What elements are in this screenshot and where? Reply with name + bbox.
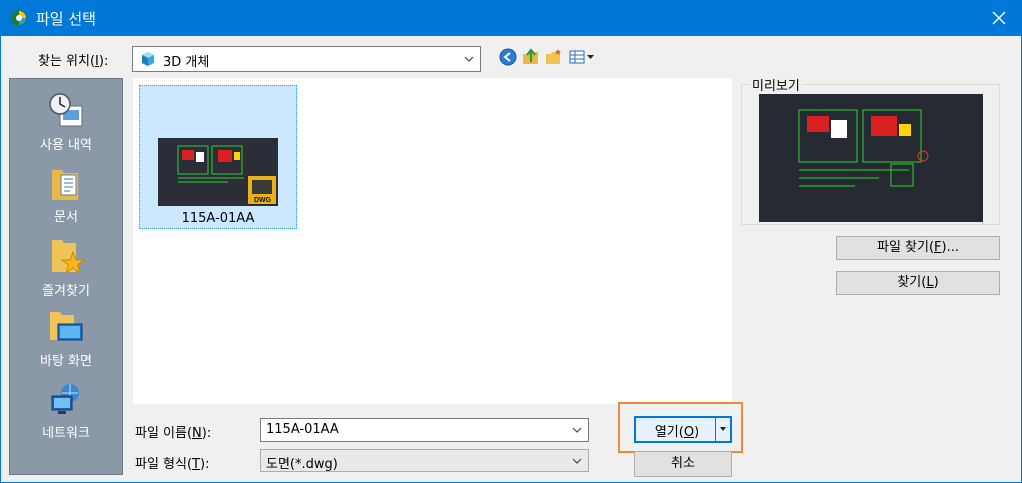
close-icon bbox=[992, 11, 1006, 25]
chevron-down-icon bbox=[464, 56, 474, 62]
views-menu-icon bbox=[569, 50, 594, 64]
chevron-down-icon bbox=[572, 427, 582, 433]
open-button[interactable]: 열기(O) bbox=[634, 416, 732, 443]
drawing-thumbnail: DWG bbox=[158, 138, 278, 206]
place-label: 바탕 화면 bbox=[40, 354, 92, 369]
back-icon[interactable] bbox=[499, 48, 517, 66]
window-title: 파일 선택 bbox=[36, 10, 96, 28]
up-folder-icon[interactable] bbox=[522, 48, 540, 66]
place-label: 즐겨찾기 bbox=[42, 284, 90, 299]
place-label: 네트워크 bbox=[42, 426, 90, 441]
favorites-icon bbox=[52, 240, 86, 275]
file-name-input[interactable]: 115A-01AA bbox=[260, 418, 589, 442]
file-name-value: 115A-01AA bbox=[266, 422, 339, 437]
chevron-down-icon bbox=[572, 458, 582, 464]
place-label: 문서 bbox=[54, 210, 78, 225]
open-button-label: 열기(O) bbox=[654, 425, 700, 440]
network-icon bbox=[51, 384, 79, 414]
open-options-dropdown[interactable] bbox=[715, 418, 730, 441]
file-name-label: 파일 이름(N): bbox=[135, 426, 212, 441]
file-type-label: 파일 형식(T): bbox=[135, 457, 210, 472]
look-in-value: 3D 개체 bbox=[163, 55, 210, 70]
dwg-badge: DWG bbox=[254, 197, 272, 204]
file-item[interactable]: DWG 115A-01AA bbox=[139, 85, 297, 229]
views-menu-button[interactable] bbox=[569, 48, 597, 66]
cancel-button[interactable]: 취소 bbox=[634, 451, 732, 477]
history-icon bbox=[49, 93, 83, 127]
app-logo-icon bbox=[11, 10, 27, 26]
file-name: 115A-01AA bbox=[181, 211, 255, 226]
place-favorites[interactable]: 즐겨찾기 bbox=[10, 238, 122, 299]
find-file-button[interactable]: 파일 찾기(F)... bbox=[836, 236, 1000, 260]
preview-label: 미리보기 bbox=[750, 75, 802, 94]
look-in-label: 찾는 위치(I): bbox=[38, 54, 109, 69]
drawing-preview bbox=[759, 94, 983, 222]
place-history[interactable]: 사용 내역 bbox=[10, 92, 122, 153]
place-desktop[interactable]: 바탕 화면 bbox=[10, 310, 122, 369]
file-type-value: 도면(*.dwg) bbox=[266, 457, 338, 472]
file-type-dropdown[interactable]: 도면(*.dwg) bbox=[260, 449, 589, 472]
title-bar: 파일 선택 bbox=[0, 0, 1022, 36]
place-network[interactable]: 네트워크 bbox=[10, 382, 122, 441]
new-folder-icon[interactable] bbox=[545, 48, 563, 66]
documents-icon bbox=[52, 170, 78, 200]
place-documents[interactable]: 문서 bbox=[10, 166, 122, 225]
place-label: 사용 내역 bbox=[40, 138, 92, 153]
close-button[interactable] bbox=[976, 0, 1022, 36]
find-button[interactable]: 찾기(L) bbox=[836, 271, 1000, 295]
caret-down-icon bbox=[720, 427, 726, 431]
look-in-dropdown[interactable]: 3D 개체 bbox=[132, 46, 481, 72]
3d-objects-folder-icon bbox=[142, 52, 154, 66]
desktop-icon bbox=[50, 312, 83, 341]
